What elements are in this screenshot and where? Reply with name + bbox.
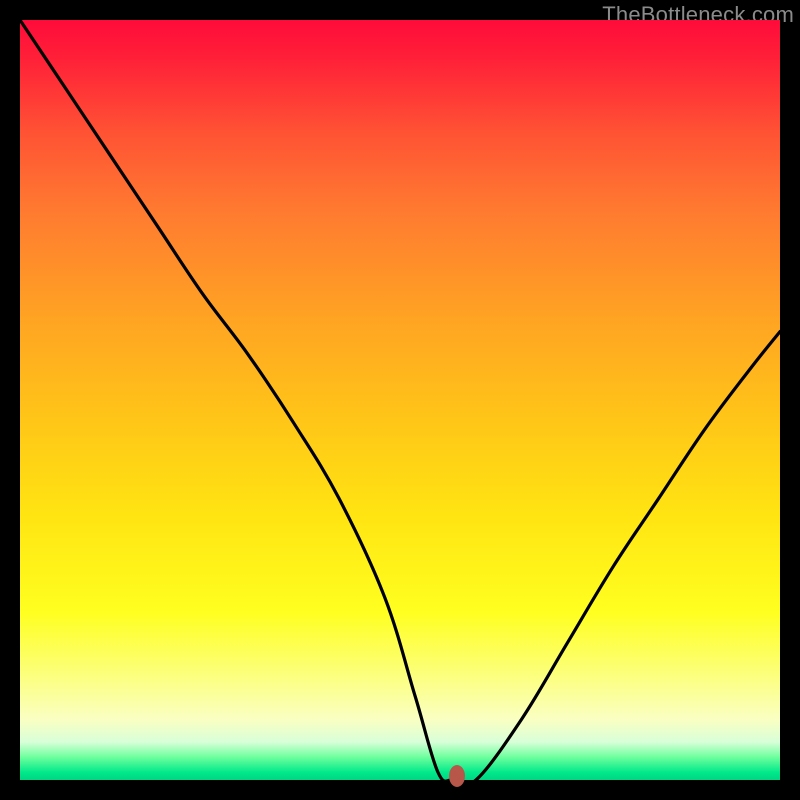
optimum-marker (449, 765, 465, 787)
plot-area (20, 20, 780, 780)
bottleneck-curve (20, 20, 780, 780)
chart-frame: TheBottleneck.com (0, 0, 800, 800)
curve-path (20, 20, 780, 785)
